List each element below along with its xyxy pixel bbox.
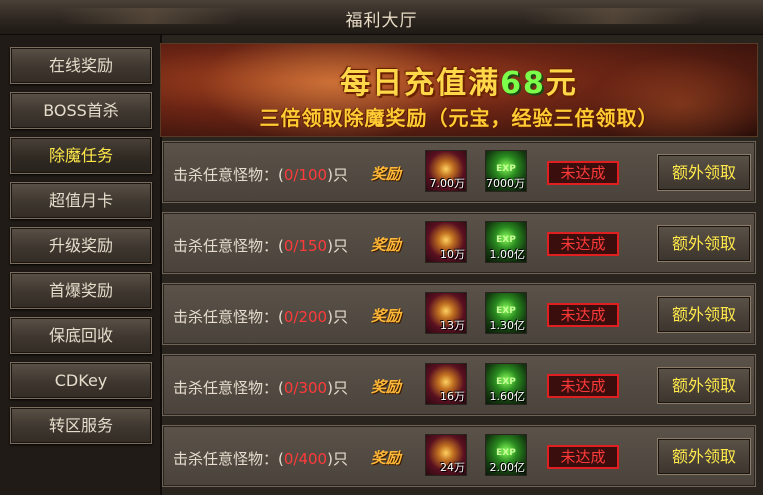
gold-ingot-icon[interactable]: 13万: [425, 292, 467, 334]
task-unit: )只: [327, 166, 348, 184]
task-unit: )只: [327, 379, 348, 397]
status-badge: 未达成: [547, 374, 619, 398]
welfare-window: 福利大厅 在线奖励 BOSS首杀 除魔任务 超值月卡 升级奖励 首爆奖励 保底回…: [0, 0, 763, 495]
task-label: 击杀任意怪物：(: [173, 237, 284, 255]
banner-subline: 三倍领取除魔奖励（元宝，经验三倍领取）: [259, 106, 659, 130]
exp-icon-text: EXP: [496, 235, 516, 245]
task-row: 击杀任意怪物：(0/150)只 奖励 10万 EXP 1.00亿 未达成 额外领取: [162, 212, 756, 274]
extra-claim-button[interactable]: 额外领取: [657, 154, 751, 191]
banner-headline-prefix: 每日充值满: [340, 66, 501, 101]
task-progress: 0/300: [283, 379, 328, 397]
task-row: 击杀任意怪物：(0/300)只 奖励 16万 EXP 1.60亿 未达成 额外领取: [162, 354, 756, 416]
sidebar-item-cdkey[interactable]: CDKey: [10, 362, 152, 399]
reward-label: 奖励: [371, 165, 402, 183]
sidebar: 在线奖励 BOSS首杀 除魔任务 超值月卡 升级奖励 首爆奖励 保底回收 CDK…: [0, 35, 162, 495]
exp-amount: 7000万: [486, 177, 525, 190]
task-unit: )只: [327, 308, 348, 326]
status-badge: 未达成: [547, 161, 619, 185]
banner-headline-suffix: 元: [545, 66, 578, 101]
gold-amount: 13万: [440, 319, 465, 332]
exp-orb-icon[interactable]: EXP 7000万: [485, 150, 527, 192]
sidebar-item-recycle[interactable]: 保底回收: [10, 317, 152, 354]
task-row: 击杀任意怪物：(0/200)只 奖励 13万 EXP 1.30亿 未达成 额外领取: [162, 283, 756, 345]
status-badge: 未达成: [547, 303, 619, 327]
gold-ingot-icon[interactable]: 24万: [425, 434, 467, 476]
exp-orb-icon[interactable]: EXP 1.30亿: [485, 292, 527, 334]
banner-headline-amount: 68: [500, 66, 546, 101]
task-text: 击杀任意怪物：(0/200)只: [173, 306, 348, 327]
exp-icon-text: EXP: [496, 377, 516, 387]
task-unit: )只: [327, 237, 348, 255]
reward-label: 奖励: [371, 449, 402, 467]
gold-ingot-icon[interactable]: 16万: [425, 363, 467, 405]
banner-headline: 每日充值满68元: [161, 58, 757, 102]
task-progress: 0/100: [283, 166, 328, 184]
sidebar-item-level-reward[interactable]: 升级奖励: [10, 227, 152, 264]
extra-claim-button[interactable]: 额外领取: [657, 296, 751, 333]
task-unit: )只: [327, 450, 348, 468]
task-progress: 0/200: [283, 308, 328, 326]
title-bar: 福利大厅: [0, 0, 763, 35]
sidebar-item-demon-quest[interactable]: 除魔任务: [10, 137, 152, 174]
exp-amount: 1.30亿: [489, 319, 526, 332]
exp-amount: 2.00亿: [489, 461, 526, 474]
task-label: 击杀任意怪物：(: [173, 379, 284, 397]
exp-amount: 1.60亿: [489, 390, 526, 403]
exp-orb-icon[interactable]: EXP 2.00亿: [485, 434, 527, 476]
reward-label: 奖励: [371, 378, 402, 396]
gold-amount: 24万: [440, 461, 465, 474]
promo-banner: 每日充值满68元 三倍领取除魔奖励（元宝，经验三倍领取）: [160, 43, 758, 137]
exp-icon-text: EXP: [496, 164, 516, 174]
sidebar-item-first-drop[interactable]: 首爆奖励: [10, 272, 152, 309]
task-progress: 0/400: [283, 450, 328, 468]
task-row: 击杀任意怪物：(0/100)只 奖励 7.00万 EXP 7000万 未达成 额外…: [162, 141, 756, 203]
exp-icon-text: EXP: [496, 448, 516, 458]
sidebar-item-monthly-card[interactable]: 超值月卡: [10, 182, 152, 219]
gold-amount: 7.00万: [429, 177, 466, 190]
task-label: 击杀任意怪物：(: [173, 308, 284, 326]
window-title: 福利大厅: [345, 11, 418, 31]
exp-orb-icon[interactable]: EXP 1.00亿: [485, 221, 527, 263]
status-badge: 未达成: [547, 445, 619, 469]
extra-claim-button[interactable]: 额外领取: [657, 225, 751, 262]
gold-amount: 16万: [440, 390, 465, 403]
exp-icon-text: EXP: [496, 306, 516, 316]
exp-amount: 1.00亿: [489, 248, 526, 261]
extra-claim-button[interactable]: 额外领取: [657, 438, 751, 475]
gold-ingot-icon[interactable]: 10万: [425, 221, 467, 263]
task-text: 击杀任意怪物：(0/300)只: [173, 377, 348, 398]
task-label: 击杀任意怪物：(: [173, 450, 284, 468]
reward-label: 奖励: [371, 236, 402, 254]
task-row: 击杀任意怪物：(0/400)只 奖励 24万 EXP 2.00亿 未达成 额外领取: [162, 425, 756, 487]
sidebar-item-server-transfer[interactable]: 转区服务: [10, 407, 152, 444]
task-label: 击杀任意怪物：(: [173, 166, 284, 184]
task-text: 击杀任意怪物：(0/100)只: [173, 164, 348, 185]
task-text: 击杀任意怪物：(0/400)只: [173, 448, 348, 469]
task-text: 击杀任意怪物：(0/150)只: [173, 235, 348, 256]
status-badge: 未达成: [547, 232, 619, 256]
gold-amount: 10万: [440, 248, 465, 261]
exp-orb-icon[interactable]: EXP 1.60亿: [485, 363, 527, 405]
sidebar-item-boss-first-kill[interactable]: BOSS首杀: [10, 92, 152, 129]
gold-ingot-icon[interactable]: 7.00万: [425, 150, 467, 192]
sidebar-item-online-reward[interactable]: 在线奖励: [10, 47, 152, 84]
reward-label: 奖励: [371, 307, 402, 325]
extra-claim-button[interactable]: 额外领取: [657, 367, 751, 404]
task-progress: 0/150: [283, 237, 328, 255]
